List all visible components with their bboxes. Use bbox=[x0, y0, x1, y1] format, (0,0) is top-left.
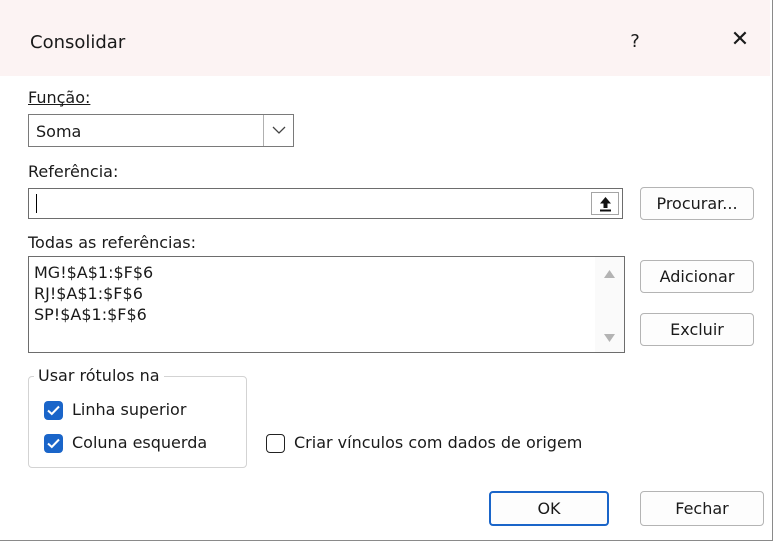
ok-button[interactable]: OK bbox=[489, 491, 609, 526]
linha-superior-checkbox[interactable] bbox=[44, 401, 63, 420]
chevron-down-icon bbox=[272, 126, 286, 134]
linha-superior-label[interactable]: Linha superior bbox=[72, 400, 186, 419]
funcao-dropdown-toggle[interactable] bbox=[263, 115, 293, 146]
scroll-down-icon[interactable] bbox=[604, 334, 615, 342]
dialog-window: Consolidar ? ✕ Função: Soma Referência: … bbox=[0, 0, 773, 541]
fechar-button[interactable]: Fechar bbox=[640, 491, 764, 526]
funcao-select[interactable]: Soma bbox=[28, 114, 294, 147]
usar-rotulos-group bbox=[28, 376, 247, 468]
criar-vinculos-label[interactable]: Criar vínculos com dados de origem bbox=[294, 433, 582, 452]
referencia-input[interactable] bbox=[28, 188, 623, 219]
checkmark-icon bbox=[47, 405, 60, 416]
usar-rotulos-title: Usar rótulos na bbox=[34, 366, 164, 385]
scroll-up-icon[interactable] bbox=[604, 270, 615, 278]
excluir-button[interactable]: Excluir bbox=[640, 313, 754, 346]
help-button[interactable]: ? bbox=[620, 24, 650, 60]
dialog-title: Consolidar bbox=[30, 32, 126, 53]
funcao-label-text: Função: bbox=[28, 88, 91, 107]
adicionar-button[interactable]: Adicionar bbox=[640, 260, 754, 293]
list-item[interactable]: SP!$A$1:$F$6 bbox=[34, 305, 147, 324]
close-icon: ✕ bbox=[730, 27, 750, 52]
collapse-dialog-button[interactable] bbox=[591, 192, 619, 215]
referencia-label: Referência: bbox=[28, 162, 119, 181]
criar-vinculos-checkbox[interactable] bbox=[266, 434, 285, 453]
text-cursor bbox=[36, 194, 37, 213]
funcao-label: Função: bbox=[28, 88, 90, 107]
list-item[interactable]: RJ!$A$1:$F$6 bbox=[34, 284, 143, 303]
coluna-esquerda-checkbox[interactable] bbox=[44, 434, 63, 453]
procurar-button[interactable]: Procurar... bbox=[640, 187, 754, 220]
todas-label: Todas as referências: bbox=[28, 233, 196, 252]
todas-referencias-list[interactable]: MG!$A$1:$F$6 RJ!$A$1:$F$6 SP!$A$1:$F$6 bbox=[28, 256, 625, 353]
coluna-esquerda-label[interactable]: Coluna esquerda bbox=[72, 433, 207, 452]
list-scrollbar[interactable] bbox=[595, 257, 624, 352]
up-arrow-icon bbox=[600, 197, 611, 212]
close-button[interactable]: ✕ bbox=[722, 22, 758, 58]
list-item[interactable]: MG!$A$1:$F$6 bbox=[34, 263, 153, 282]
checkmark-icon bbox=[47, 438, 60, 449]
funcao-value: Soma bbox=[36, 122, 82, 141]
title-bar: Consolidar ? ✕ bbox=[0, 0, 770, 76]
help-icon: ? bbox=[630, 31, 640, 52]
